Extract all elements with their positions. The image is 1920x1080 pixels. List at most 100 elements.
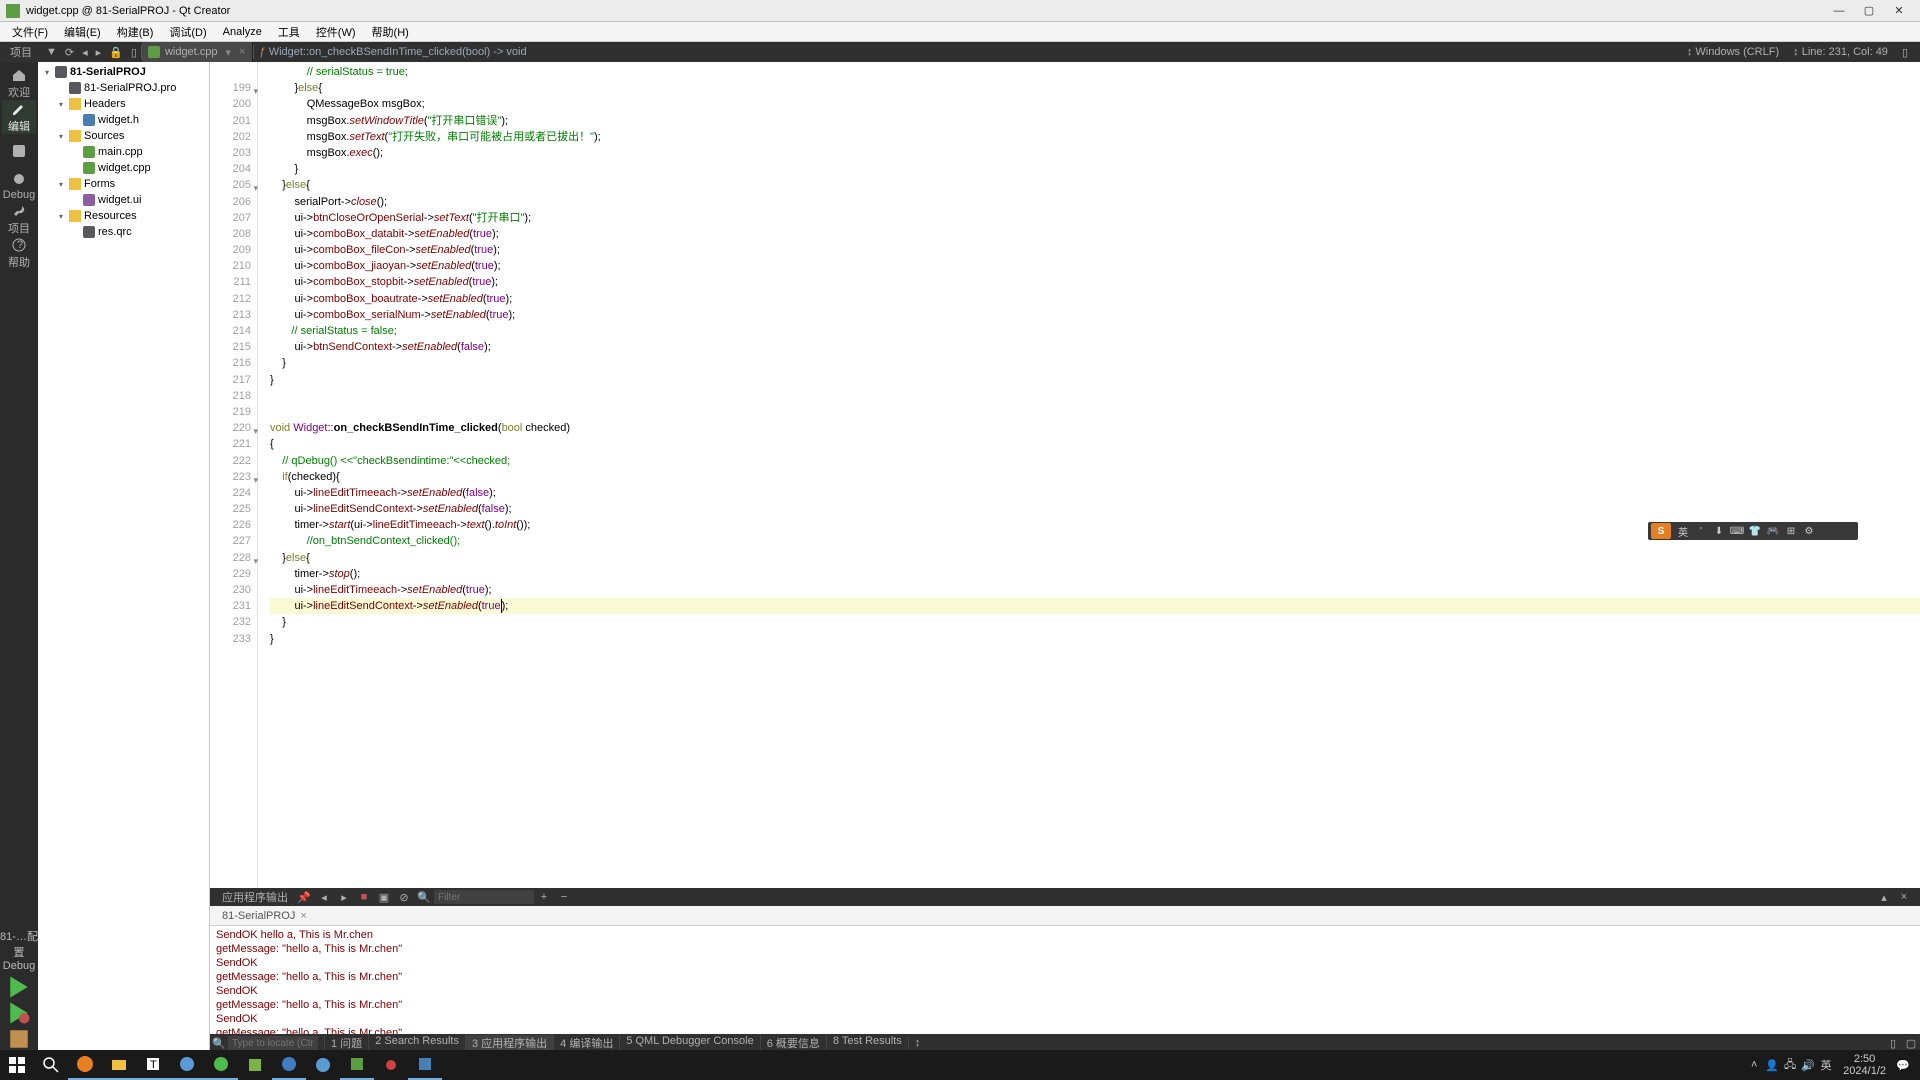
menu-item[interactable]: 文件(F) [4, 24, 56, 40]
ime-voice-icon[interactable]: ⬇ [1710, 523, 1728, 539]
tree-node[interactable]: widget.h [38, 112, 209, 128]
taskbar-typora-icon[interactable]: T [136, 1050, 170, 1080]
taskbar-record-icon[interactable] [374, 1050, 408, 1080]
ime-settings-icon[interactable]: ⚙ [1800, 523, 1818, 539]
menu-item[interactable]: 编辑(E) [56, 24, 109, 40]
panel-button[interactable]: 2 Search Results [368, 1035, 465, 1051]
output-zoom-in-icon[interactable]: + [536, 890, 552, 904]
ime-mode[interactable]: 英 [1674, 523, 1692, 539]
build-button[interactable] [5, 1026, 33, 1052]
symbol-crumb[interactable]: ƒ Widget::on_checkBSendInTime_clicked(bo… [254, 46, 533, 58]
ime-toolbox-icon[interactable]: ⊞ [1782, 523, 1800, 539]
locator-search-icon[interactable]: 🔍 [212, 1036, 226, 1050]
tray-volume-icon[interactable]: 🔊 [1799, 1050, 1817, 1080]
lock-icon[interactable]: 🔒 [105, 46, 127, 59]
editor-tab[interactable]: widget.cpp ▾ × [142, 42, 253, 62]
taskbar-firefox-icon[interactable] [68, 1050, 102, 1080]
panel-button[interactable]: 5 QML Debugger Console [619, 1035, 759, 1051]
project-selector[interactable]: 项目 [0, 44, 42, 60]
ime-keyboard-icon[interactable]: ⌨ [1728, 523, 1746, 539]
output-zoom-out-icon[interactable]: − [556, 890, 572, 904]
tray-network-icon[interactable]: 🖧 [1781, 1050, 1799, 1080]
menu-item[interactable]: Analyze [215, 26, 270, 38]
tab-dropdown-icon[interactable]: ▾ [226, 46, 232, 59]
minimize-button[interactable]: — [1824, 3, 1854, 19]
tree-node[interactable]: widget.ui [38, 192, 209, 208]
output-next-icon[interactable]: ▸ [336, 890, 352, 904]
output-rerun-icon[interactable]: ▣ [376, 890, 392, 904]
mode-design[interactable] [2, 134, 36, 168]
mode-wrench[interactable]: 项目 [2, 202, 36, 236]
split-editor-icon[interactable]: ▯ [1902, 46, 1908, 59]
panel-button[interactable]: 4 编译输出 [553, 1035, 619, 1051]
nav-back-icon[interactable]: ◂ [78, 46, 92, 59]
line-ending-selector[interactable]: ↕ Windows (CRLF) [1687, 46, 1779, 59]
run-debug-button[interactable] [5, 1000, 33, 1026]
split-icon[interactable]: ▯ [127, 46, 141, 59]
panel-button[interactable]: 3 应用程序输出 [465, 1035, 553, 1051]
output-pin-icon[interactable]: 📌 [296, 890, 312, 904]
tab-close-icon[interactable]: × [239, 46, 245, 58]
taskbar-app1-icon[interactable] [170, 1050, 204, 1080]
output-body[interactable]: SendOK hello a, This is Mr.chengetMessag… [210, 926, 1920, 1034]
menu-item[interactable]: 调试(D) [161, 24, 214, 40]
taskbar-qtcreator-icon[interactable] [340, 1050, 374, 1080]
output-clear-icon[interactable]: ⊘ [396, 890, 412, 904]
taskbar-clock[interactable]: 2:502024/1/2 [1835, 1053, 1894, 1077]
kit-selector[interactable]: 81-…配置 Debug [0, 926, 38, 974]
mode-edit[interactable]: 编辑 [2, 100, 36, 134]
cursor-position[interactable]: ↕ Line: 231, Col: 49 [1793, 46, 1888, 59]
tree-node[interactable]: main.cpp [38, 144, 209, 160]
output-prev-icon[interactable]: ◂ [316, 890, 332, 904]
search-icon[interactable] [34, 1050, 68, 1080]
start-button[interactable] [0, 1050, 34, 1080]
tray-ime-icon[interactable]: 英 [1817, 1050, 1835, 1080]
ime-punct-icon[interactable]: ' [1692, 523, 1710, 539]
tray-up-icon[interactable]: ˄ [1745, 1050, 1763, 1080]
menu-item[interactable]: 帮助(H) [364, 24, 417, 40]
panel-dropdown-icon[interactable]: ↕ [908, 1037, 927, 1049]
tree-node[interactable]: ▾Forms [38, 176, 209, 192]
maximize-button[interactable]: ▢ [1854, 3, 1884, 19]
close-panel-icon[interactable]: ▢ [1904, 1036, 1918, 1050]
tree-node[interactable]: ▾Resources [38, 208, 209, 224]
output-filter-input[interactable] [434, 890, 534, 904]
ime-toolbar[interactable]: S 英 ' ⬇ ⌨ 👕 🎮 ⊞ ⚙ [1648, 522, 1858, 540]
sync-icon[interactable]: ⟳ [61, 46, 78, 59]
tree-node[interactable]: widget.cpp [38, 160, 209, 176]
line-gutter[interactable]: 199▾200201202203204205▾20620720820921021… [210, 62, 258, 888]
ime-game-icon[interactable]: 🎮 [1764, 523, 1782, 539]
output-search-icon[interactable]: 🔍 [416, 890, 432, 904]
mode-help[interactable]: ?帮助 [2, 236, 36, 270]
mode-home[interactable]: 欢迎 [2, 66, 36, 100]
output-tab[interactable]: 81-SerialPROJ × [216, 910, 313, 922]
tree-node[interactable]: ▾Headers [38, 96, 209, 112]
locator-input[interactable] [228, 1036, 318, 1050]
tree-node[interactable]: 81-SerialPROJ.pro [38, 80, 209, 96]
panel-button[interactable]: 1 问题 [324, 1035, 368, 1051]
panel-button[interactable]: 6 概要信息 [760, 1035, 826, 1051]
output-tab-close-icon[interactable]: × [300, 910, 306, 922]
ime-skin-icon[interactable]: 👕 [1746, 523, 1764, 539]
filter-icon[interactable]: ▼ [42, 46, 61, 58]
tray-notifications-icon[interactable]: 💬 [1894, 1050, 1912, 1080]
code-body[interactable]: // serialStatus = true; }else{ QMessageB… [258, 62, 1920, 888]
tree-node[interactable]: ▾Sources [38, 128, 209, 144]
tray-people-icon[interactable]: 👤 [1763, 1050, 1781, 1080]
panel-button[interactable]: 8 Test Results [826, 1035, 908, 1051]
output-collapse-icon[interactable]: ▴ [1876, 890, 1892, 904]
output-close-icon[interactable]: × [1896, 890, 1912, 904]
taskbar-app4-icon[interactable] [306, 1050, 340, 1080]
nav-fwd-icon[interactable]: ▸ [92, 46, 106, 59]
menu-item[interactable]: 控件(W) [308, 24, 364, 40]
taskbar-app5-icon[interactable] [408, 1050, 442, 1080]
menu-item[interactable]: 工具 [270, 24, 308, 40]
tree-node[interactable]: ▾81-SerialPROJ [38, 64, 209, 80]
taskbar-wechat-icon[interactable] [204, 1050, 238, 1080]
menu-item[interactable]: 构建(B) [109, 24, 162, 40]
run-button[interactable] [5, 974, 33, 1000]
close-button[interactable]: ✕ [1884, 3, 1914, 19]
taskbar-explorer-icon[interactable] [102, 1050, 136, 1080]
tree-node[interactable]: res.qrc [38, 224, 209, 240]
output-stop-icon[interactable]: ■ [356, 890, 372, 904]
